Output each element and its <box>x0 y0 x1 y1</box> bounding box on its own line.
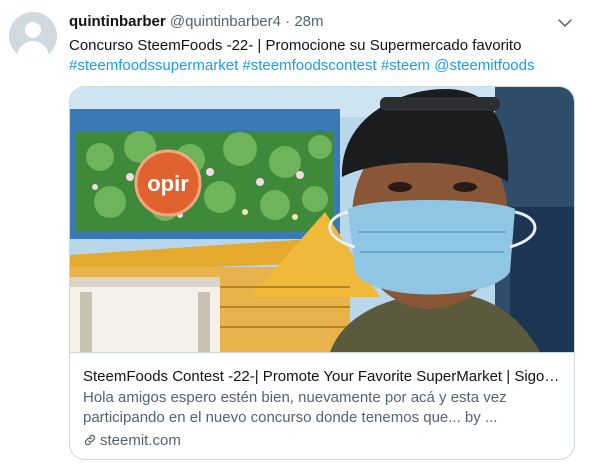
hashtag-link[interactable]: #steemfoodscontest <box>242 57 376 74</box>
link-card[interactable]: opir SteemFoods Contest -22-| Promote Yo… <box>69 86 575 460</box>
card-domain-text: steemit.com <box>100 432 181 449</box>
tweet-text: Concurso SteemFoods -22- | Promocione su… <box>69 37 522 54</box>
hashtag-link[interactable]: #steemfoodssupermarket <box>69 57 238 74</box>
card-domain[interactable]: steemit.com <box>83 431 181 451</box>
store-sign-logo: opir <box>147 171 189 196</box>
author-handle[interactable]: @quintinbarber4 <box>170 13 281 30</box>
card-description: Hola amigos espero estén bien, nuevament… <box>83 389 507 426</box>
card-title[interactable]: SteemFoods Contest -22-| Promote Your Fa… <box>83 367 561 387</box>
tweet[interactable]: quintinbarber @quintinbarber4 · 28m Conc… <box>0 0 603 471</box>
chevron-down-icon[interactable] <box>556 14 574 32</box>
tweet-hashtags: #steemfoodssupermarket #steemfoodscontes… <box>69 56 589 76</box>
avatar[interactable] <box>9 12 57 60</box>
tweet-timestamp[interactable]: 28m <box>294 13 323 30</box>
link-icon <box>84 434 96 446</box>
author-name[interactable]: quintinbarber <box>69 13 166 30</box>
card-image[interactable]: opir <box>70 87 574 352</box>
hashtag-link[interactable]: #steem <box>381 57 430 74</box>
mention-link[interactable]: @steemitfoods <box>434 57 534 74</box>
card-details[interactable]: SteemFoods Contest -22-| Promote Your Fa… <box>70 352 574 459</box>
separator-dot: · <box>285 13 291 30</box>
default-avatar-icon <box>25 22 41 38</box>
tweet-header: quintinbarber @quintinbarber4 · 28m <box>69 13 324 33</box>
